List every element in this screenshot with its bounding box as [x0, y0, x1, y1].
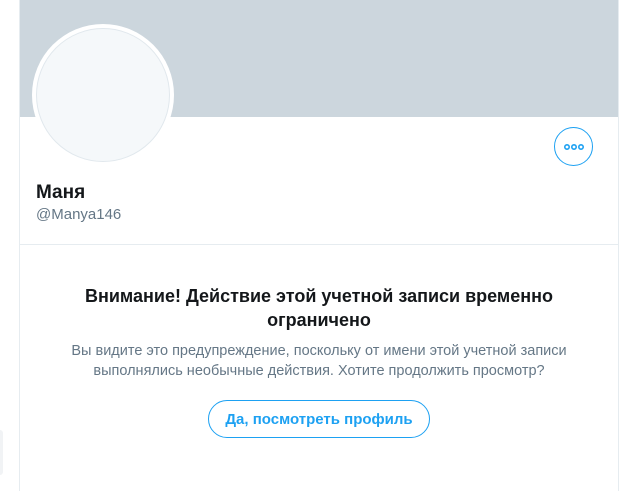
divider	[20, 244, 618, 245]
profile-column: Маня @Manya146 Внимание! Действие этой у…	[19, 0, 619, 491]
restriction-warning: Внимание! Действие этой учетной записи в…	[40, 284, 598, 381]
profile-name: Маня	[36, 182, 86, 203]
view-profile-button[interactable]: Да, посмотреть профиль	[208, 400, 430, 438]
more-horizontal-icon	[563, 143, 584, 150]
warning-title: Внимание! Действие этой учетной записи в…	[84, 286, 554, 330]
scroll-edge	[0, 430, 3, 475]
more-options-button[interactable]	[554, 127, 593, 166]
avatar[interactable]	[32, 24, 174, 166]
page: Маня @Manya146 Внимание! Действие этой у…	[0, 0, 639, 491]
avatar-placeholder	[36, 28, 170, 162]
warning-text: Вы видите это предупреждение, поскольку …	[71, 343, 567, 379]
profile-handle: @Manya146	[36, 206, 122, 223]
